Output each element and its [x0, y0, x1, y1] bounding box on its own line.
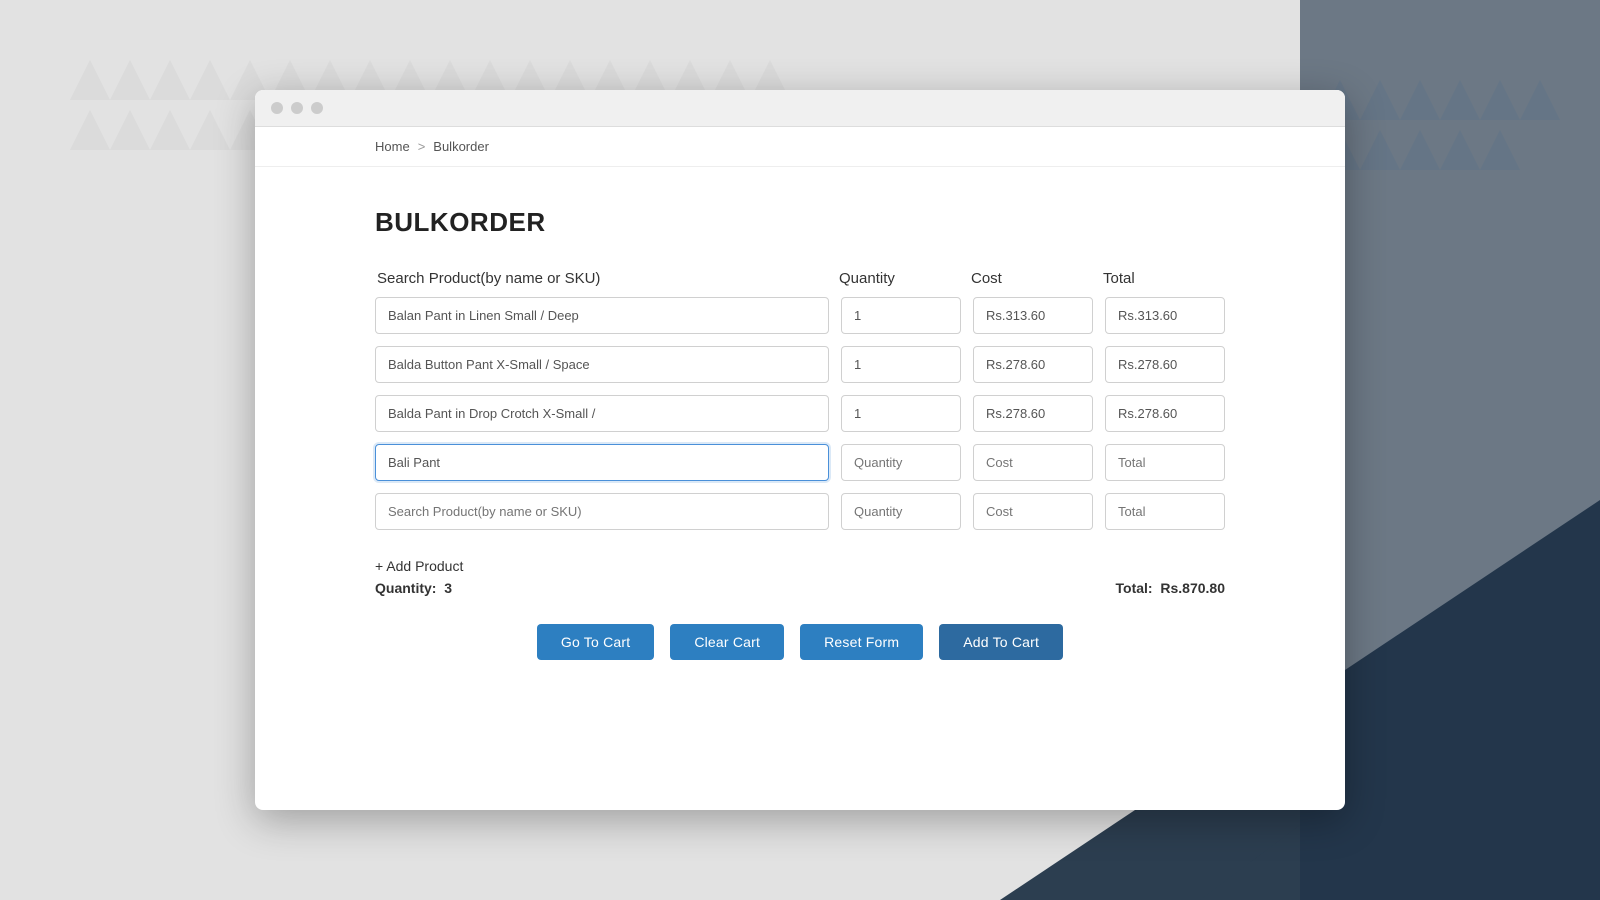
table-row — [375, 444, 1225, 481]
cost-input-1[interactable] — [973, 297, 1093, 334]
add-to-cart-button[interactable]: Add To Cart — [939, 624, 1063, 660]
cost-input-5[interactable] — [973, 493, 1093, 530]
quantity-input-1[interactable] — [841, 297, 961, 334]
cost-input-2[interactable] — [973, 346, 1093, 383]
browser-dot-3 — [311, 102, 323, 114]
total-input-1[interactable] — [1105, 297, 1225, 334]
total-input-4[interactable] — [1105, 444, 1225, 481]
quantity-input-5[interactable] — [841, 493, 961, 530]
header-cost: Cost — [971, 270, 1091, 287]
product-input-4[interactable] — [375, 444, 829, 481]
browser-window: Home > Bulkorder BULKORDER Search Produc… — [255, 90, 1345, 810]
go-to-cart-button[interactable]: Go To Cart — [537, 624, 654, 660]
browser-chrome — [255, 90, 1345, 127]
cost-input-3[interactable] — [973, 395, 1093, 432]
total-input-5[interactable] — [1105, 493, 1225, 530]
header-total: Total — [1103, 270, 1223, 287]
quantity-total-row: Quantity: 3 Total: Rs.870.80 — [375, 580, 1225, 596]
add-product-link[interactable]: + Add Product — [375, 558, 463, 574]
quantity-summary: Quantity: 3 — [375, 580, 452, 596]
table-row — [375, 395, 1225, 432]
breadcrumb: Home > Bulkorder — [255, 127, 1345, 167]
browser-dot-1 — [271, 102, 283, 114]
total-label-text: Total: — [1116, 580, 1153, 596]
total-input-3[interactable] — [1105, 395, 1225, 432]
reset-form-button[interactable]: Reset Form — [800, 624, 923, 660]
summary-section: + Add Product Quantity: 3 Total: Rs.870.… — [375, 550, 1225, 596]
quantity-label-text: Quantity: — [375, 580, 436, 596]
total-summary: Total: Rs.870.80 — [1116, 580, 1225, 596]
quantity-input-2[interactable] — [841, 346, 961, 383]
bulk-order-table: Search Product(by name or SKU) Quantity … — [375, 270, 1225, 530]
quantity-input-4[interactable] — [841, 444, 961, 481]
breadcrumb-separator: > — [418, 139, 426, 154]
header-quantity: Quantity — [839, 270, 959, 287]
product-input-2[interactable] — [375, 346, 829, 383]
buttons-row: Go To Cart Clear Cart Reset Form Add To … — [375, 624, 1225, 660]
breadcrumb-home[interactable]: Home — [375, 139, 410, 154]
product-input-1[interactable] — [375, 297, 829, 334]
total-input-2[interactable] — [1105, 346, 1225, 383]
page-title: BULKORDER — [375, 207, 1225, 238]
total-value: Rs.870.80 — [1160, 580, 1225, 596]
product-input-5[interactable] — [375, 493, 829, 530]
table-row — [375, 346, 1225, 383]
header-product: Search Product(by name or SKU) — [377, 270, 827, 287]
quantity-value: 3 — [444, 580, 452, 596]
table-row — [375, 493, 1225, 530]
product-input-3[interactable] — [375, 395, 829, 432]
cost-input-4[interactable] — [973, 444, 1093, 481]
clear-cart-button[interactable]: Clear Cart — [670, 624, 784, 660]
quantity-input-3[interactable] — [841, 395, 961, 432]
browser-dot-2 — [291, 102, 303, 114]
breadcrumb-current: Bulkorder — [433, 139, 489, 154]
table-header: Search Product(by name or SKU) Quantity … — [375, 270, 1225, 287]
main-content: BULKORDER Search Product(by name or SKU)… — [255, 167, 1345, 810]
table-rows — [375, 297, 1225, 530]
table-row — [375, 297, 1225, 334]
